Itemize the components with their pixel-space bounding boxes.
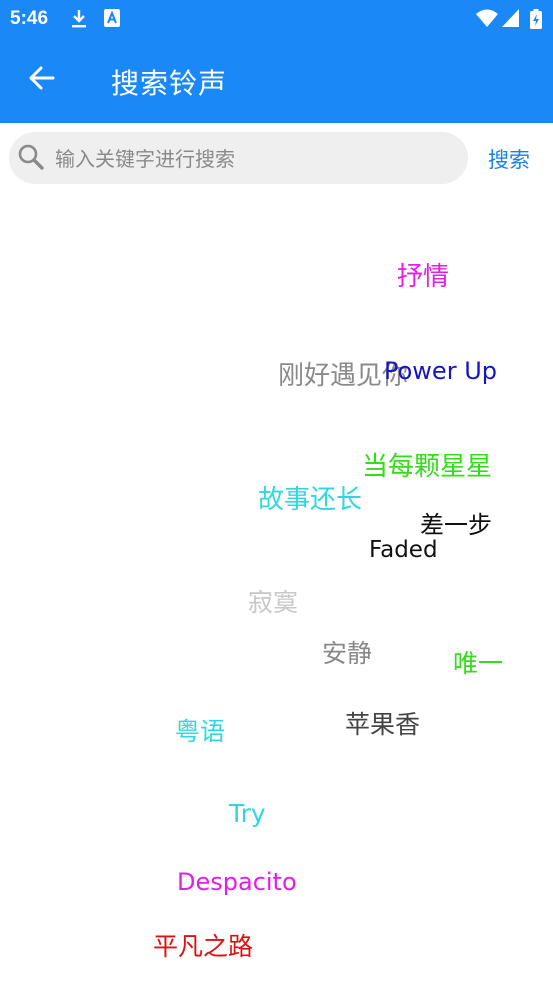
tag-item[interactable]: 差一步 [420,505,492,540]
tag-item[interactable]: 安静 [322,634,372,670]
search-icon [17,143,45,175]
signal-icon [502,9,519,31]
tag-item[interactable]: 故事还长 [258,479,362,516]
tag-item[interactable]: Power Up [384,357,497,385]
tag-item[interactable]: 当每颗星星 [362,446,492,483]
search-button[interactable]: 搜索 [488,144,530,174]
tag-item[interactable]: 抒情 [397,256,449,293]
back-button[interactable] [20,58,64,102]
status-bar: 5:46 [0,0,553,38]
status-time: 5:46 [10,8,49,29]
app-bar: 搜索铃声 [0,38,553,123]
tag-item[interactable]: 寂寞 [248,583,298,619]
tag-item[interactable]: Try [229,799,266,828]
tag-item[interactable]: 唯一 [453,644,503,680]
page-title: 搜索铃声 [111,67,228,100]
a-icon [104,9,120,31]
search-box[interactable] [9,132,468,186]
tag-item[interactable]: 平凡之路 [153,927,253,963]
tag-item[interactable]: Faded [369,537,438,563]
wifi-icon [476,9,498,31]
arrow-left-icon [29,66,55,94]
tag-item[interactable]: 粤语 [175,712,225,748]
download-icon [70,9,88,33]
tag-item[interactable]: Despacito [177,868,297,896]
battery-icon [530,9,542,33]
tag-item[interactable]: 苹果香 [345,705,420,741]
search-input[interactable] [53,132,457,186]
